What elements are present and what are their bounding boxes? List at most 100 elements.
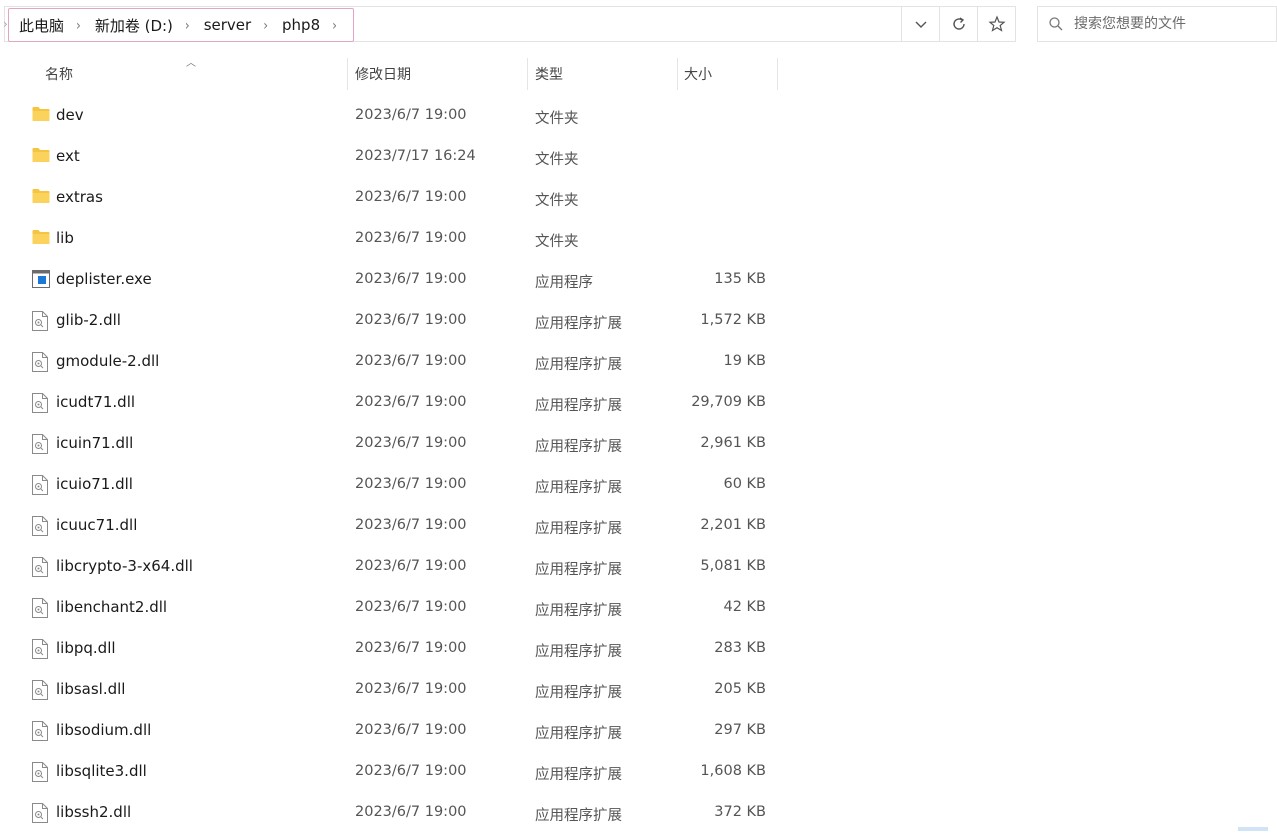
file-type: 应用程序扩展	[535, 521, 622, 537]
column-divider[interactable]	[347, 58, 348, 90]
chevron-right-icon[interactable]: ›	[263, 17, 268, 34]
table-row[interactable]: libcrypto-3-x64.dll 2023/6/7 19:00 应用程序扩展 5…	[0, 547, 780, 588]
table-row[interactable]: icudt71.dll 2023/6/7 19:00 应用程序扩展 29,709 KB	[0, 383, 780, 424]
table-row[interactable]: extras 2023/6/7 19:00 文件夹	[0, 178, 780, 219]
file-date: 2023/6/7 19:00	[355, 558, 467, 574]
file-name[interactable]: glib-2.dll	[56, 311, 121, 329]
dll-icon	[32, 393, 50, 413]
dll-icon	[32, 475, 50, 495]
file-date: 2023/6/7 19:00	[355, 476, 467, 492]
column-header-type[interactable]: 类型	[535, 56, 563, 92]
table-row[interactable]: icuuc71.dll 2023/6/7 19:00 应用程序扩展 2,201 KB	[0, 506, 780, 547]
breadcrumb-overflow-icon[interactable]: ›	[3, 17, 8, 31]
table-row[interactable]: lib 2023/6/7 19:00 文件夹	[0, 219, 780, 260]
file-name[interactable]: libpq.dll	[56, 639, 116, 657]
column-divider[interactable]	[527, 58, 528, 90]
file-size: 19 KB	[723, 353, 766, 369]
file-type: 应用程序	[535, 275, 593, 291]
file-name[interactable]: extras	[56, 188, 103, 206]
favorite-button[interactable]	[978, 6, 1016, 42]
file-name[interactable]: libsasl.dll	[56, 680, 125, 698]
file-name[interactable]: lib	[56, 229, 74, 247]
history-dropdown-button[interactable]	[902, 6, 940, 42]
breadcrumb-item-server[interactable]: server	[204, 16, 251, 34]
refresh-icon	[952, 17, 965, 30]
chevron-right-icon[interactable]: ›	[76, 17, 81, 34]
table-row[interactable]: gmodule-2.dll 2023/6/7 19:00 应用程序扩展 19 KB	[0, 342, 780, 383]
file-name[interactable]: libssh2.dll	[56, 803, 131, 821]
chevron-down-icon	[915, 21, 926, 28]
star-icon	[987, 15, 1006, 32]
search-input[interactable]	[1072, 15, 1266, 33]
chevron-right-icon[interactable]: ›	[332, 17, 337, 34]
column-divider[interactable]	[677, 58, 678, 90]
table-row[interactable]: icuio71.dll 2023/6/7 19:00 应用程序扩展 60 KB	[0, 465, 780, 506]
column-header: 名称 ︿ 修改日期 类型 大小	[0, 56, 780, 92]
file-name[interactable]: icudt71.dll	[56, 393, 135, 411]
breadcrumb[interactable]: › 此电脑 › 新加卷 (D:) › server › php8 ›	[3, 8, 354, 42]
table-row[interactable]: ext 2023/7/17 16:24 文件夹	[0, 137, 780, 178]
table-row[interactable]: libpq.dll 2023/6/7 19:00 应用程序扩展 283 KB	[0, 629, 780, 670]
table-row[interactable]: icuin71.dll 2023/6/7 19:00 应用程序扩展 2,961 KB	[0, 424, 780, 465]
file-type: 应用程序扩展	[535, 316, 622, 332]
folder-icon	[32, 147, 50, 167]
file-date: 2023/6/7 19:00	[355, 271, 467, 287]
file-size: 297 KB	[714, 722, 766, 738]
scrollbar-thumb[interactable]	[1238, 827, 1268, 831]
search-box[interactable]	[1037, 6, 1277, 42]
file-name[interactable]: icuin71.dll	[56, 434, 133, 452]
file-name[interactable]: gmodule-2.dll	[56, 352, 159, 370]
file-date: 2023/6/7 19:00	[355, 640, 467, 656]
file-name[interactable]: icuuc71.dll	[56, 516, 137, 534]
file-date: 2023/6/7 19:00	[355, 722, 467, 738]
column-header-size[interactable]: 大小	[684, 56, 712, 92]
file-type: 应用程序扩展	[535, 767, 622, 783]
dll-icon	[32, 311, 50, 331]
file-type: 应用程序扩展	[535, 603, 622, 619]
file-type: 应用程序扩展	[535, 726, 622, 742]
breadcrumb-item-php8[interactable]: php8	[282, 16, 320, 34]
table-row[interactable]: dev 2023/6/7 19:00 文件夹	[0, 96, 780, 137]
file-size: 60 KB	[723, 476, 766, 492]
file-date: 2023/6/7 19:00	[355, 189, 467, 205]
file-name[interactable]: icuio71.dll	[56, 475, 133, 493]
file-name[interactable]: libsodium.dll	[56, 721, 151, 739]
breadcrumb-item-this-pc[interactable]: 此电脑	[19, 15, 64, 36]
column-header-name[interactable]: 名称	[45, 56, 73, 92]
dll-icon	[32, 721, 50, 741]
table-row[interactable]: deplister.exe 2023/6/7 19:00 应用程序 135 KB	[0, 260, 780, 301]
file-type: 应用程序扩展	[535, 644, 622, 660]
file-type: 文件夹	[535, 234, 579, 250]
file-name[interactable]: libsqlite3.dll	[56, 762, 147, 780]
table-row[interactable]: libsodium.dll 2023/6/7 19:00 应用程序扩展 297 KB	[0, 711, 780, 752]
file-name[interactable]: ext	[56, 147, 80, 165]
dll-icon	[32, 639, 50, 659]
file-size: 372 KB	[714, 804, 766, 820]
file-name[interactable]: deplister.exe	[56, 270, 152, 288]
file-name[interactable]: libcrypto-3-x64.dll	[56, 557, 193, 575]
dll-icon	[32, 680, 50, 700]
file-size: 42 KB	[723, 599, 766, 615]
file-size: 29,709 KB	[691, 394, 766, 410]
refresh-button[interactable]	[940, 6, 978, 42]
file-date: 2023/6/7 19:00	[355, 681, 467, 697]
breadcrumb-item-drive[interactable]: 新加卷 (D:)	[95, 15, 173, 36]
chevron-right-icon[interactable]: ›	[185, 17, 190, 34]
table-row[interactable]: libenchant2.dll 2023/6/7 19:00 应用程序扩展 42 KB	[0, 588, 780, 629]
dll-icon	[32, 803, 50, 823]
table-row[interactable]: libssh2.dll 2023/6/7 19:00 应用程序扩展 372 KB	[0, 793, 780, 834]
file-type: 应用程序扩展	[535, 480, 622, 496]
file-size: 2,201 KB	[700, 517, 766, 533]
file-size: 1,572 KB	[700, 312, 766, 328]
column-header-date[interactable]: 修改日期	[355, 56, 411, 92]
file-size: 135 KB	[714, 271, 766, 287]
column-divider[interactable]	[777, 58, 778, 90]
table-row[interactable]: libsasl.dll 2023/6/7 19:00 应用程序扩展 205 KB	[0, 670, 780, 711]
file-type: 应用程序扩展	[535, 685, 622, 701]
file-name[interactable]: libenchant2.dll	[56, 598, 167, 616]
table-row[interactable]: glib-2.dll 2023/6/7 19:00 应用程序扩展 1,572 KB	[0, 301, 780, 342]
table-row[interactable]: libsqlite3.dll 2023/6/7 19:00 应用程序扩展 1,608 …	[0, 752, 780, 793]
search-icon	[1049, 17, 1063, 31]
file-name[interactable]: dev	[56, 106, 84, 124]
file-date: 2023/6/7 19:00	[355, 394, 467, 410]
